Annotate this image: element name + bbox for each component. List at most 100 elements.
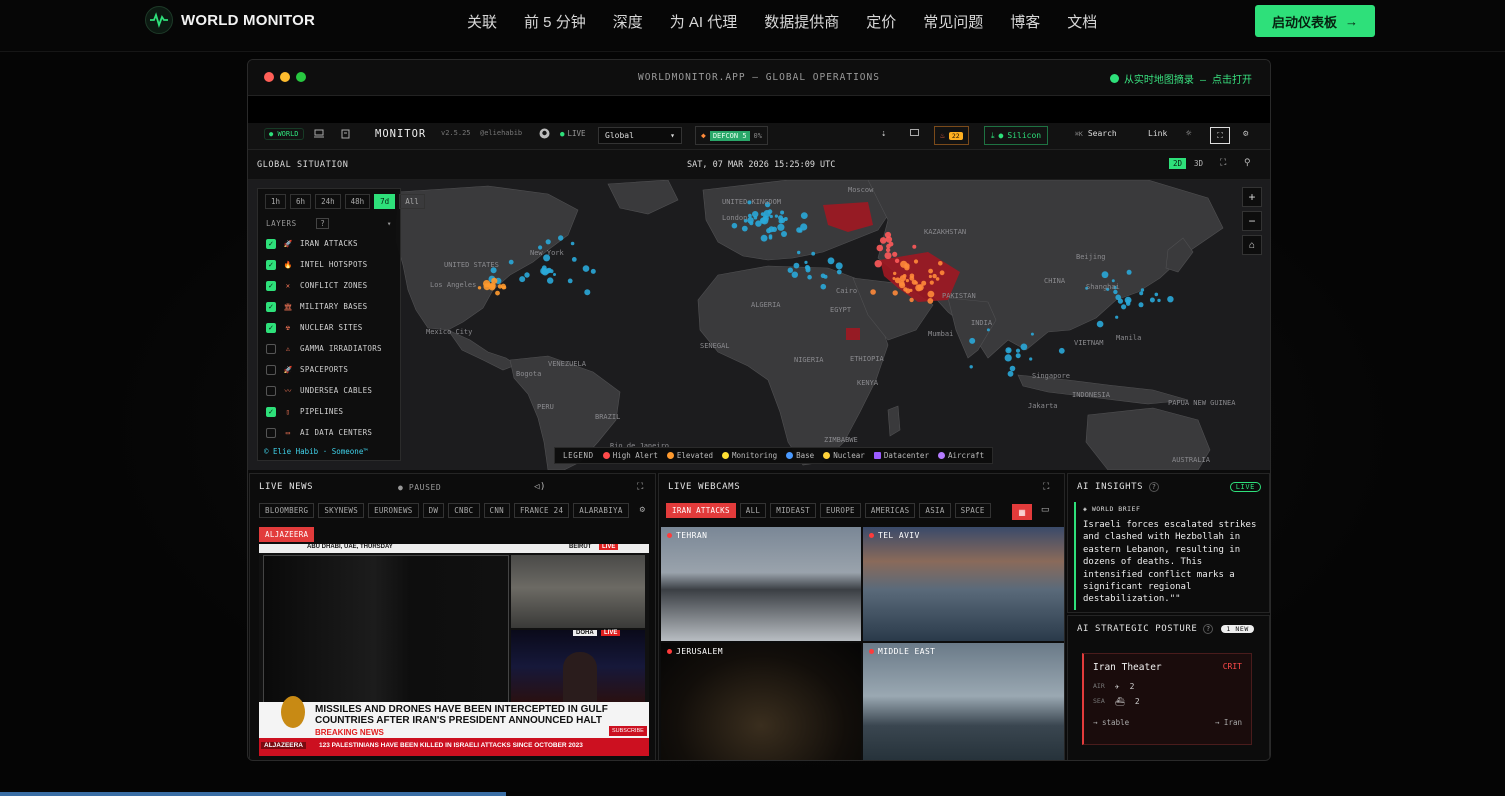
event-marker[interactable] — [903, 287, 908, 292]
event-marker[interactable] — [508, 259, 514, 265]
layer-toggle-iran-attacks[interactable]: ✓ 🚀 IRAN ATTACKS — [258, 233, 400, 254]
webcam-filter-iran-attacks[interactable]: IRAN ATTACKS — [666, 502, 736, 518]
event-marker[interactable] — [501, 286, 506, 290]
event-marker[interactable] — [820, 283, 827, 290]
event-marker[interactable] — [1020, 343, 1028, 351]
checkbox-unchecked-icon[interactable] — [266, 385, 276, 396]
checkbox-checked-icon[interactable]: ✓ — [266, 238, 276, 249]
time-range-all[interactable]: All — [399, 194, 425, 209]
event-marker[interactable] — [590, 268, 596, 274]
event-marker[interactable] — [1030, 332, 1034, 336]
event-marker[interactable] — [927, 298, 934, 304]
event-marker[interactable] — [1007, 348, 1011, 352]
layer-toggle-nuclear-sites[interactable]: ✓ ☢ NUCLEAR SITES — [258, 317, 400, 338]
event-marker[interactable] — [763, 210, 771, 218]
event-marker[interactable] — [1126, 269, 1132, 275]
region-select[interactable]: Global ▾ — [598, 127, 682, 144]
event-marker[interactable] — [1029, 357, 1033, 361]
view-2d-button[interactable]: 2D — [1169, 158, 1187, 169]
event-marker[interactable] — [894, 258, 900, 263]
event-marker[interactable] — [909, 288, 913, 292]
event-marker[interactable] — [1009, 365, 1016, 372]
news-channel-cnn[interactable]: CNN — [483, 502, 510, 518]
checkbox-checked-icon[interactable]: ✓ — [266, 406, 276, 417]
event-marker[interactable] — [760, 234, 768, 242]
event-marker[interactable] — [547, 277, 554, 284]
news-channel-cnbc[interactable]: CNBC — [448, 502, 480, 518]
news-status[interactable]: ● PAUSED — [398, 483, 441, 492]
download-icon[interactable]: ⇣ — [881, 129, 886, 139]
event-marker[interactable] — [827, 257, 835, 265]
event-marker[interactable] — [876, 244, 884, 252]
event-marker[interactable] — [571, 257, 577, 262]
world-toggle[interactable]: ● WORLD — [264, 128, 304, 140]
nav-link-faq[interactable]: 常见问题 — [923, 11, 983, 32]
nav-link-correlation[interactable]: 关联 — [467, 11, 497, 32]
event-marker[interactable] — [1149, 297, 1155, 303]
news-channel-bloomberg[interactable]: BLOOMBERG — [259, 502, 315, 518]
event-marker[interactable] — [752, 211, 759, 218]
event-marker[interactable] — [909, 297, 914, 303]
event-marker[interactable] — [768, 236, 773, 240]
alerts-button[interactable]: ♨ 22 — [934, 126, 969, 145]
event-marker[interactable] — [553, 273, 556, 276]
defcon-indicator[interactable]: ◆ DEFCON 5 0% — [695, 126, 768, 145]
launch-dashboard-button[interactable]: 启动仪表板 → — [1255, 5, 1375, 37]
event-marker[interactable] — [1007, 370, 1014, 377]
event-marker[interactable] — [928, 274, 933, 279]
layer-toggle-gamma-irradiators[interactable]: ⚠ GAMMA IRRADIATORS — [258, 338, 400, 359]
event-marker[interactable] — [1096, 320, 1104, 328]
event-marker[interactable] — [905, 279, 910, 283]
layer-toggle-ai-data-centers[interactable]: ▭ AI DATA CENTERS — [258, 422, 400, 443]
event-marker[interactable] — [811, 251, 816, 256]
event-marker[interactable] — [1111, 279, 1115, 283]
event-marker[interactable] — [540, 267, 548, 275]
event-marker[interactable] — [894, 277, 901, 284]
event-marker[interactable] — [731, 222, 738, 229]
gear-icon[interactable]: ⚙ — [640, 505, 645, 515]
app-preview-window[interactable]: WORLDMONITOR.APP — GLOBAL OPERATIONS 从实时… — [247, 59, 1271, 761]
zoom-out-button[interactable]: − — [1242, 211, 1262, 231]
nav-link-ai-agents[interactable]: 为 AI 代理 — [670, 11, 738, 32]
time-range-7d[interactable]: 7d — [374, 194, 396, 209]
event-marker[interactable] — [781, 231, 787, 237]
event-marker[interactable] — [929, 280, 934, 285]
event-marker[interactable] — [1154, 292, 1159, 297]
layer-toggle-conflict-zones[interactable]: ✓ ✕ CONFLICT ZONES — [258, 275, 400, 296]
link-button[interactable]: Link — [1148, 129, 1167, 138]
event-marker[interactable] — [823, 274, 828, 279]
silicon-button[interactable]: ⤓ ● Silicon — [984, 126, 1049, 145]
event-marker[interactable] — [879, 237, 887, 244]
checkbox-checked-icon[interactable]: ✓ — [266, 259, 276, 270]
expand-icon[interactable]: ⛶ — [637, 482, 644, 492]
github-icon[interactable] — [539, 128, 550, 139]
event-marker[interactable] — [969, 337, 976, 344]
event-marker[interactable] — [884, 252, 892, 260]
event-marker[interactable] — [584, 289, 591, 296]
news-channel-dw[interactable]: DW — [422, 502, 445, 518]
expand-icon[interactable]: ⛶ — [1220, 158, 1226, 168]
event-marker[interactable] — [986, 328, 990, 332]
event-marker[interactable] — [836, 269, 842, 275]
event-marker[interactable] — [804, 260, 808, 264]
checkbox-checked-icon[interactable]: ✓ — [266, 301, 276, 312]
event-marker[interactable] — [892, 290, 898, 296]
event-marker[interactable] — [904, 263, 910, 269]
event-marker[interactable] — [939, 270, 945, 276]
event-marker[interactable] — [913, 259, 919, 264]
nav-link-docs[interactable]: 文档 — [1067, 11, 1097, 32]
grid-view-icon[interactable]: ▦ — [1012, 504, 1032, 520]
event-marker[interactable] — [912, 244, 917, 249]
nav-link-blog[interactable]: 博客 — [1010, 11, 1040, 32]
event-marker[interactable] — [1115, 315, 1119, 319]
webcam-jerusalem[interactable]: JERUSALEM — [661, 643, 861, 760]
event-marker[interactable] — [749, 221, 754, 226]
event-marker[interactable] — [549, 269, 554, 274]
event-marker[interactable] — [932, 273, 937, 279]
search-button[interactable]: ⌘K Search — [1075, 129, 1117, 138]
document-icon[interactable] — [341, 129, 350, 139]
event-marker[interactable] — [1015, 348, 1021, 353]
zoom-in-button[interactable]: + — [1242, 187, 1262, 207]
news-channel-france-24[interactable]: FRANCE 24 — [513, 502, 570, 518]
webcam-filter-americas[interactable]: AMERICAS — [864, 502, 916, 518]
